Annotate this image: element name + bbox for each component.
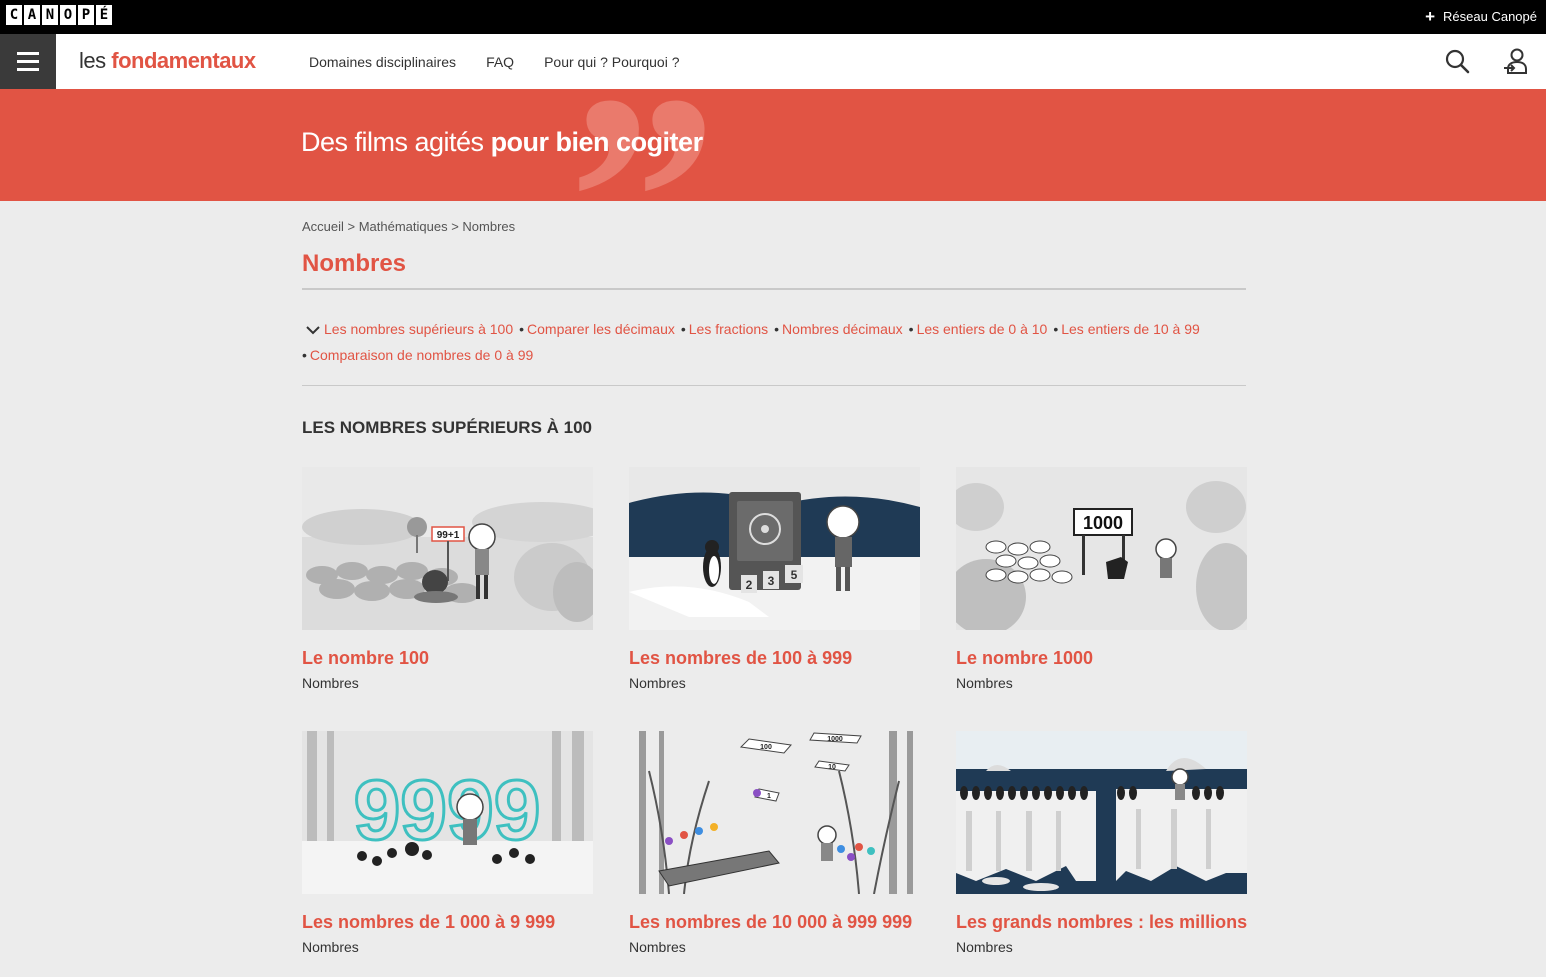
chevron-down-icon[interactable] <box>302 324 324 336</box>
card-title[interactable]: Les nombres de 100 à 999 <box>629 648 920 669</box>
video-card[interactable]: 9999 Les nombres de 1 000 à 9 999 Nombre… <box>302 731 593 955</box>
sign-text: 1000 <box>827 736 843 743</box>
card-title[interactable]: Les nombres de 1 000 à 9 999 <box>302 912 593 933</box>
video-card[interactable]: 2 3 5 Les nombres de 100 à 999 Nombres <box>629 467 920 691</box>
subnav-item[interactable]: Les entiers de 10 à 99 <box>1061 321 1200 337</box>
brand-fondamentaux: fondamentaux <box>111 48 256 73</box>
card-title[interactable]: Le nombre 100 <box>302 648 593 669</box>
subnav-item[interactable]: Comparer les décimaux <box>527 321 675 337</box>
subnav-item[interactable]: Nombres décimaux <box>782 321 903 337</box>
subnav-item[interactable]: Comparaison de nombres de 0 à 99 <box>310 347 533 363</box>
card-title[interactable]: Les grands nombres : les millions <box>956 912 1247 933</box>
sign-text: 1000 <box>1083 513 1123 533</box>
site-header: les fondamentaux Domaines disciplinaires… <box>0 34 1546 89</box>
brand-les: les <box>79 48 112 73</box>
nav-pour-qui[interactable]: Pour qui ? Pourquoi ? <box>544 54 679 70</box>
sign-text: 1 <box>767 793 771 800</box>
site-logo[interactable]: les fondamentaux <box>79 48 256 74</box>
hero-tagline: Des films agités pour bien cogiter <box>301 127 703 158</box>
video-card[interactable]: 99+1 Le nombre 100 Nombres <box>302 467 593 691</box>
big-number: 9999 <box>354 763 541 857</box>
sign-text: 100 <box>760 744 772 751</box>
video-card[interactable]: Les grands nombres : les millions Nombre… <box>956 731 1247 955</box>
digit-text: 2 <box>746 578 753 592</box>
card-subtitle: Nombres <box>956 939 1013 955</box>
plus-icon: + <box>1425 6 1436 26</box>
card-subtitle: Nombres <box>302 675 359 691</box>
sign-text: 99+1 <box>437 530 460 541</box>
page-title: Nombres <box>302 250 407 277</box>
video-thumbnail[interactable]: 99+1 <box>302 467 593 630</box>
logo-letter: N <box>42 5 58 25</box>
tagline-bold: pour bien cogiter <box>490 127 704 157</box>
card-subtitle: Nombres <box>956 675 1013 691</box>
main-nav: Domaines disciplinaires FAQ Pour qui ? P… <box>309 54 680 70</box>
canope-topbar: C A N O P É + Réseau Canopé <box>0 0 1546 34</box>
digit-text: 5 <box>791 568 798 582</box>
sign-text: 10 <box>828 764 836 771</box>
login-icon[interactable] <box>1502 47 1530 75</box>
video-card[interactable]: 100 1000 10 1 Les nombres de 10 000 à 99… <box>629 731 920 955</box>
card-subtitle: Nombres <box>629 939 686 955</box>
video-thumbnail[interactable] <box>956 731 1247 894</box>
breadcrumb[interactable]: Accueil > Mathématiques > Nombres <box>302 219 515 234</box>
digit-text: 3 <box>768 574 775 588</box>
logo-letter: O <box>60 5 76 25</box>
canope-logo[interactable]: C A N O P É <box>6 5 112 25</box>
video-thumbnail[interactable]: 9999 <box>302 731 593 894</box>
card-title[interactable]: Les nombres de 10 000 à 999 999 <box>629 912 920 933</box>
card-title[interactable]: Le nombre 1000 <box>956 648 1247 669</box>
logo-letter: A <box>24 5 40 25</box>
logo-letter: P <box>78 5 94 25</box>
video-card[interactable]: 1000 Le nombre 1000 Nombres <box>956 467 1247 691</box>
card-subtitle: Nombres <box>302 939 359 955</box>
reseau-canope-link[interactable]: + Réseau Canopé <box>1425 6 1537 26</box>
hamburger-icon <box>17 52 39 55</box>
reseau-canope-label: Réseau Canopé <box>1443 9 1537 24</box>
hero-banner: ” Des films agités pour bien cogiter <box>0 89 1546 201</box>
video-thumbnail[interactable]: 2 3 5 <box>629 467 920 630</box>
subtopic-nav: Les nombres supérieurs à 100 • Comparer le… <box>302 321 1200 363</box>
logo-letter: C <box>6 5 22 25</box>
subnav-item[interactable]: Les entiers de 0 à 10 <box>917 321 1048 337</box>
nav-domaines[interactable]: Domaines disciplinaires <box>309 54 456 70</box>
video-thumbnail[interactable]: 1000 <box>956 467 1247 630</box>
tagline-plain: Des films agités <box>301 127 491 157</box>
subnav-item[interactable]: Les fractions <box>689 321 768 337</box>
nav-faq[interactable]: FAQ <box>486 54 514 70</box>
divider <box>302 385 1246 386</box>
divider <box>302 288 1246 290</box>
section-title: LES NOMBRES SUPÉRIEURS À 100 <box>302 418 593 437</box>
search-icon[interactable] <box>1443 47 1471 75</box>
video-thumbnail[interactable]: 100 1000 10 1 <box>629 731 920 894</box>
logo-letter: É <box>96 5 112 25</box>
card-subtitle: Nombres <box>629 675 686 691</box>
menu-button[interactable] <box>0 34 56 89</box>
subnav-item[interactable]: Les nombres supérieurs à 100 <box>324 321 513 337</box>
